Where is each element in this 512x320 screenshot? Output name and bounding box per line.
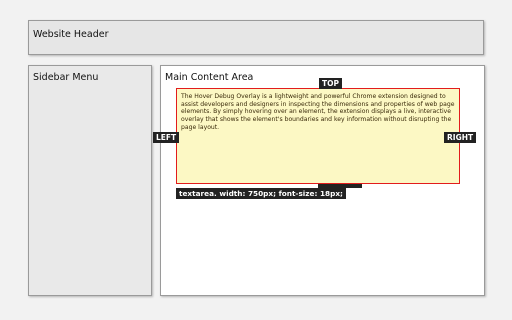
description-textarea[interactable]: The Hover Debug Overlay is a lightweight… (176, 88, 460, 184)
overlay-top-label: TOP (319, 78, 342, 89)
overlay-left-label: LEFT (153, 132, 180, 143)
sidebar-menu: Sidebar Menu (28, 65, 152, 296)
overlay-right-label: RIGHT (444, 132, 477, 143)
overlay-info-tooltip: textarea. width: 750px; font-size: 18px; (176, 188, 346, 199)
page: Website Header Sidebar Menu Main Content… (0, 0, 512, 320)
main-title: Main Content Area (165, 72, 254, 83)
website-header: Website Header (28, 20, 484, 55)
sidebar-title: Sidebar Menu (33, 72, 99, 83)
textarea-content: The Hover Debug Overlay is a lightweight… (181, 93, 455, 131)
header-title: Website Header (33, 29, 109, 40)
